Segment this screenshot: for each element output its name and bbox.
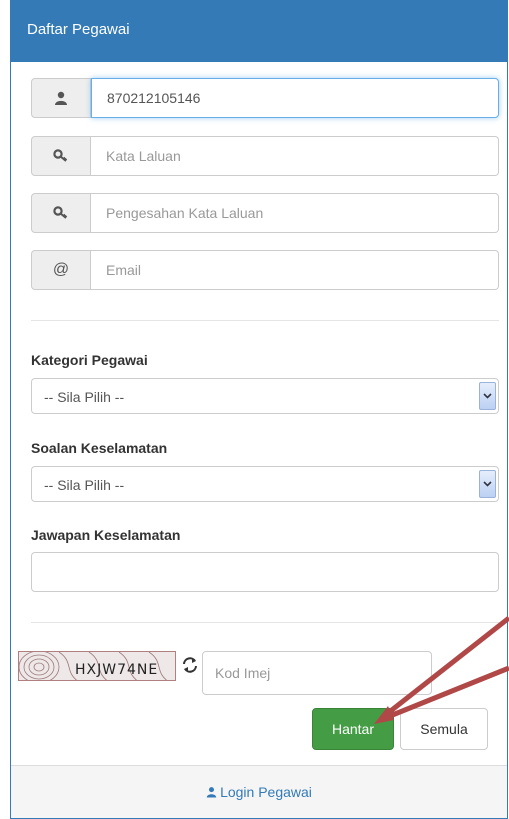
key-icon — [31, 193, 91, 233]
captcha-image: HXJW74NE — [18, 651, 176, 681]
at-icon: @ — [31, 250, 91, 290]
kategori-select[interactable]: -- Sila Pilih -- — [31, 378, 499, 414]
divider — [31, 320, 499, 321]
chevron-down-icon[interactable] — [479, 382, 496, 410]
register-panel: Daftar Pegawai @ Kategori Pegawai -- Sil… — [10, 0, 508, 819]
reset-button[interactable]: Semula — [400, 708, 488, 750]
jawapan-label: Jawapan Keselamatan — [31, 527, 181, 543]
user-icon — [31, 78, 91, 118]
confirm-password-group — [31, 193, 499, 233]
password-group — [31, 136, 499, 176]
refresh-icon[interactable] — [181, 656, 199, 674]
captcha-text: HXJW74NE — [75, 662, 158, 678]
chevron-down-icon[interactable] — [479, 470, 496, 498]
email-group: @ — [31, 250, 499, 290]
panel-title: Daftar Pegawai — [11, 0, 507, 62]
email-input[interactable] — [91, 250, 499, 290]
key-icon — [31, 136, 91, 176]
kategori-label: Kategori Pegawai — [31, 352, 148, 368]
soalan-selected: -- Sila Pilih -- — [44, 477, 125, 493]
panel-footer: Login Pegawai — [11, 765, 507, 818]
username-group — [31, 78, 499, 118]
jawapan-input[interactable] — [31, 552, 499, 592]
login-link-label: Login Pegawai — [220, 784, 312, 800]
soalan-select[interactable]: -- Sila Pilih -- — [31, 466, 499, 502]
captcha-input[interactable] — [202, 651, 432, 695]
user-icon — [206, 787, 217, 798]
kategori-selected: -- Sila Pilih -- — [44, 389, 125, 405]
login-link[interactable]: Login Pegawai — [206, 784, 312, 800]
confirm-password-input[interactable] — [91, 193, 499, 233]
submit-button[interactable]: Hantar — [312, 708, 394, 750]
soalan-label: Soalan Keselamatan — [31, 440, 168, 456]
password-input[interactable] — [91, 136, 499, 176]
username-input[interactable] — [91, 78, 499, 118]
divider — [31, 622, 499, 623]
